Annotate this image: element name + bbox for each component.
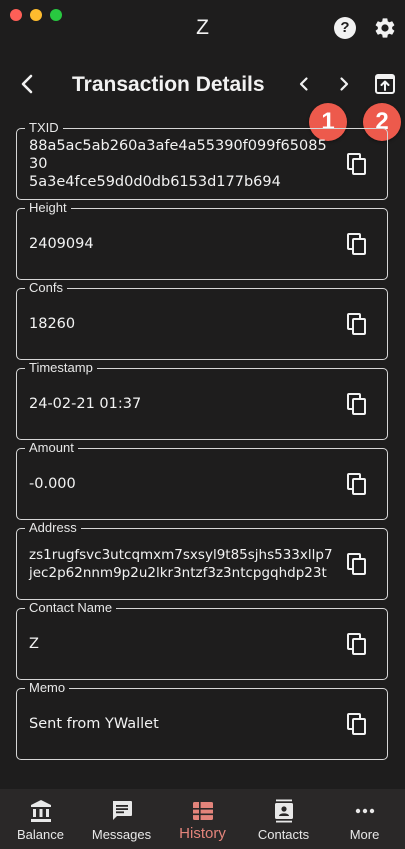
contact-name-field: Contact Name Z [16, 600, 388, 680]
address-field: Address zs1rugfsvc3utcqmxm7sxsyl9t85sjhs… [16, 520, 388, 600]
field-label: Height [25, 200, 71, 216]
copy-icon[interactable] [345, 152, 369, 176]
address-value: zs1rugfsvc3utcqmxm7sxsyl9t85sjhs533xllp7… [29, 547, 333, 581]
field-label: Memo [25, 680, 70, 696]
memo-field: Memo Sent from YWallet [16, 680, 388, 760]
field-label: Amount [25, 440, 78, 456]
timestamp-field: Timestamp 24-02-21 01:37 [16, 360, 388, 440]
copy-icon[interactable] [345, 312, 369, 336]
back-arrow-icon[interactable] [16, 72, 40, 96]
copy-icon[interactable] [345, 632, 369, 656]
field-label: TXID [25, 120, 63, 136]
nav-item-balance[interactable]: Balance [0, 789, 81, 849]
field-label: Contact Name [25, 600, 117, 616]
nav-label-messages: Messages [91, 827, 152, 842]
copy-icon[interactable] [345, 552, 369, 576]
field-label: Address [25, 520, 81, 536]
page-title: Transaction Details [72, 73, 265, 96]
copy-icon[interactable] [345, 472, 369, 496]
nav-label-contacts: Contacts [257, 827, 310, 842]
nav-label-balance: Balance [17, 827, 64, 842]
export-icon[interactable] [373, 72, 397, 96]
gear-icon[interactable] [373, 16, 397, 40]
confs-field: Confs 18260 [16, 280, 388, 360]
contacts-icon [274, 799, 293, 823]
bottom-nav: Balance Messages History Contacts More [0, 789, 405, 849]
field-label: Timestamp [25, 360, 97, 376]
nav-item-history[interactable]: History [162, 789, 243, 849]
txid-field: TXID 88a5ac5ab260a3afe4a55390f099f650853… [16, 120, 388, 200]
nav-label-more: More [349, 827, 380, 842]
height-field: Height 2409094 [16, 200, 388, 280]
copy-icon[interactable] [345, 232, 369, 256]
contact-name-value: Z [29, 636, 39, 652]
nav-item-more[interactable]: More [324, 789, 405, 849]
more-icon [355, 808, 374, 814]
txid-value: 88a5ac5ab260a3afe4a55390f099f6508530 5a3… [29, 138, 327, 190]
chevron-left-icon[interactable] [294, 74, 314, 94]
nav-label-history: History [179, 825, 226, 842]
confs-value: 18260 [29, 316, 76, 332]
timestamp-value: 24-02-21 01:37 [29, 396, 142, 412]
copy-icon[interactable] [345, 712, 369, 736]
height-value: 2409094 [29, 236, 94, 252]
amount-value: -0.000 [29, 476, 76, 492]
memo-value: Sent from YWallet [29, 716, 159, 732]
page-header: Transaction Details [0, 62, 405, 106]
message-icon [112, 801, 132, 820]
chevron-right-icon[interactable] [334, 74, 354, 94]
bank-icon [30, 800, 51, 822]
nav-item-contacts[interactable]: Contacts [243, 789, 324, 849]
copy-icon[interactable] [345, 392, 369, 416]
history-icon [192, 802, 213, 820]
field-label: Confs [25, 280, 67, 296]
nav-item-messages[interactable]: Messages [81, 789, 162, 849]
window-titlebar: Z ? [0, 0, 405, 56]
amount-field: Amount -0.000 [16, 440, 388, 520]
help-icon[interactable]: ? [334, 17, 356, 39]
